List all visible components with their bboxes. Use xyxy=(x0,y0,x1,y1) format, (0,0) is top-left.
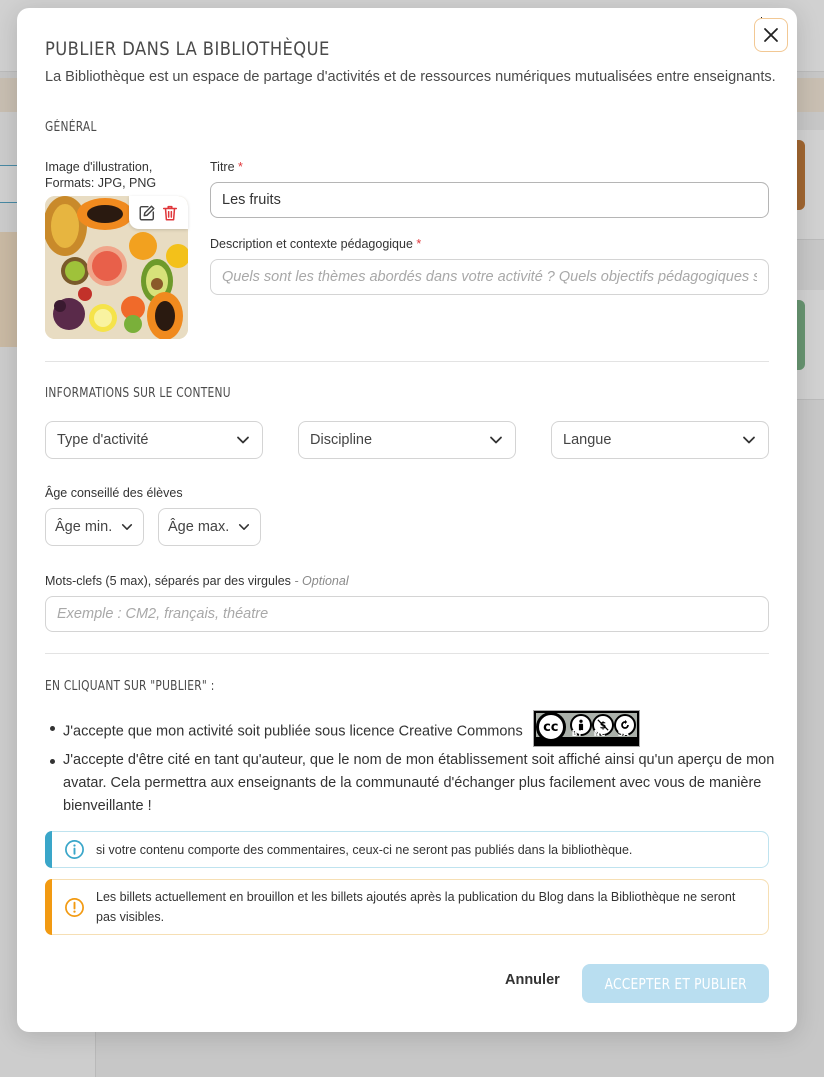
age-min-select[interactable]: Âge min. xyxy=(45,508,144,546)
discipline-value: Discipline xyxy=(310,432,373,448)
info-icon xyxy=(65,840,84,859)
cancel-button[interactable]: Annuler xyxy=(505,972,560,988)
warning-icon xyxy=(65,897,84,917)
list-item: J'accepte d'être cité en tant qu'auteur,… xyxy=(45,749,775,818)
section-title-content-info: Informations sur le contenu xyxy=(45,386,231,401)
required-marker: * xyxy=(238,160,243,174)
accept-and-publish-button[interactable]: Accepter et publier xyxy=(582,964,769,1003)
dialog-title: Publier dans la bibliothèque xyxy=(45,38,330,60)
list-item: J'accepte que mon activité soit publiée … xyxy=(45,710,775,747)
consent-license-text: J'accepte que mon activité soit publiée … xyxy=(63,723,523,740)
image-actions xyxy=(129,196,188,229)
language-value: Langue xyxy=(563,432,612,448)
activity-type-value: Type d'activité xyxy=(57,432,149,448)
keywords-label: Mots-clefs (5 max), séparés par des virg… xyxy=(45,574,349,588)
cc-nc-label: NC xyxy=(593,729,606,738)
age-max-select[interactable]: Âge max. xyxy=(158,508,261,546)
alert-accent-bar xyxy=(45,831,52,868)
divider xyxy=(45,361,769,362)
info-alert-text: si votre contenu comporte des commentair… xyxy=(96,842,633,857)
description-label: Description et contexte pédagogique * xyxy=(210,237,421,251)
discipline-select[interactable]: Discipline xyxy=(298,421,516,459)
chevron-down-icon xyxy=(743,436,755,444)
alert-accent-bar xyxy=(45,879,52,935)
divider xyxy=(45,653,769,654)
close-button[interactable] xyxy=(754,18,788,52)
edit-icon[interactable] xyxy=(138,204,156,222)
consent-list: J'accepte que mon activité soit publiée … xyxy=(45,710,775,820)
activity-type-select[interactable]: Type d'activité xyxy=(45,421,263,459)
dialog-subtitle: La Bibliothèque est un espace de partage… xyxy=(45,69,776,85)
image-label-line: Image d'illustration, xyxy=(45,160,153,174)
creative-commons-badge: cc $ BY NC SA xyxy=(532,710,640,747)
chevron-down-icon xyxy=(237,436,249,444)
optional-marker: - Optional xyxy=(294,574,349,588)
image-label: Image d'illustration, Formats: JPG, PNG xyxy=(45,159,205,191)
chevron-down-icon xyxy=(121,524,133,530)
warning-alert: Les billets actuellement en brouillon et… xyxy=(45,879,769,935)
cc-icon: cc xyxy=(535,712,566,742)
publish-dialog: Publier dans la bibliothèque La Biblioth… xyxy=(17,8,797,1032)
age-min-value: Âge min. xyxy=(55,519,113,535)
delete-icon[interactable] xyxy=(161,204,179,222)
age-max-value: Âge max. xyxy=(168,519,230,535)
required-marker: * xyxy=(416,237,422,251)
description-input[interactable] xyxy=(210,259,769,295)
title-label-text: Titre xyxy=(210,160,235,174)
keywords-label-text: Mots-clefs (5 max), séparés par des virg… xyxy=(45,574,291,588)
image-formats-hint: Formats: JPG, PNG xyxy=(45,176,157,190)
close-icon xyxy=(764,28,778,42)
info-alert: si votre contenu comporte des commentair… xyxy=(45,831,769,868)
keywords-input[interactable] xyxy=(45,596,769,632)
title-label: Titre * xyxy=(210,160,243,174)
age-label: Âge conseillé des élèves xyxy=(45,486,183,500)
cc-by-label: BY xyxy=(571,729,583,738)
chevron-down-icon xyxy=(238,524,250,530)
chevron-down-icon xyxy=(490,436,502,444)
publish-button-label: Accepter et publier xyxy=(604,974,747,993)
section-title-consent: En cliquant sur "publier" : xyxy=(45,679,215,694)
warning-alert-text: Les billets actuellement en brouillon et… xyxy=(96,890,736,924)
title-input[interactable] xyxy=(210,182,769,218)
language-select[interactable]: Langue xyxy=(551,421,769,459)
consent-author-text: J'accepte d'être cité en tant qu'auteur,… xyxy=(63,752,775,814)
cc-sa-label: SA xyxy=(617,729,629,738)
description-label-text: Description et contexte pédagogique xyxy=(210,237,413,251)
section-title-general: Général xyxy=(45,120,97,135)
